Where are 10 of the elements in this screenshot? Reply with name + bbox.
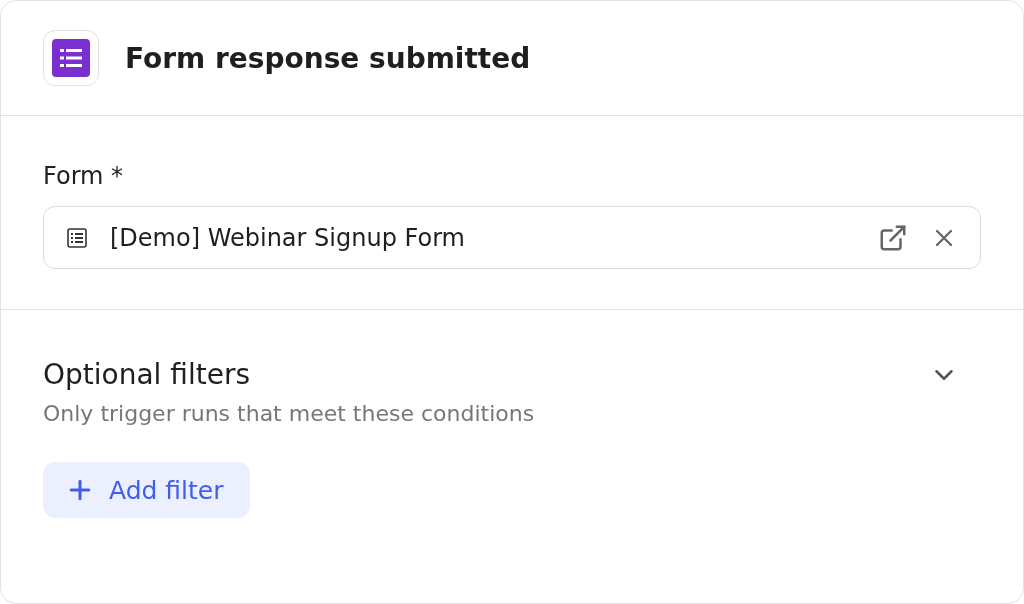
field-label: Form * <box>43 162 125 190</box>
external-link-icon[interactable] <box>878 222 908 253</box>
section-description: Only trigger runs that meet these conditions <box>43 401 536 426</box>
list-icon <box>66 226 88 249</box>
form-app-icon <box>43 30 99 86</box>
trigger-title: Form response submitted <box>125 41 531 75</box>
section-title: Optional filters <box>43 358 250 391</box>
field-value: [Demo] Webinar Signup Form <box>110 223 466 252</box>
add-filter-button[interactable]: Add filter <box>43 462 250 518</box>
form-select-field[interactable]: [Demo] Webinar Signup Form <box>43 206 981 269</box>
